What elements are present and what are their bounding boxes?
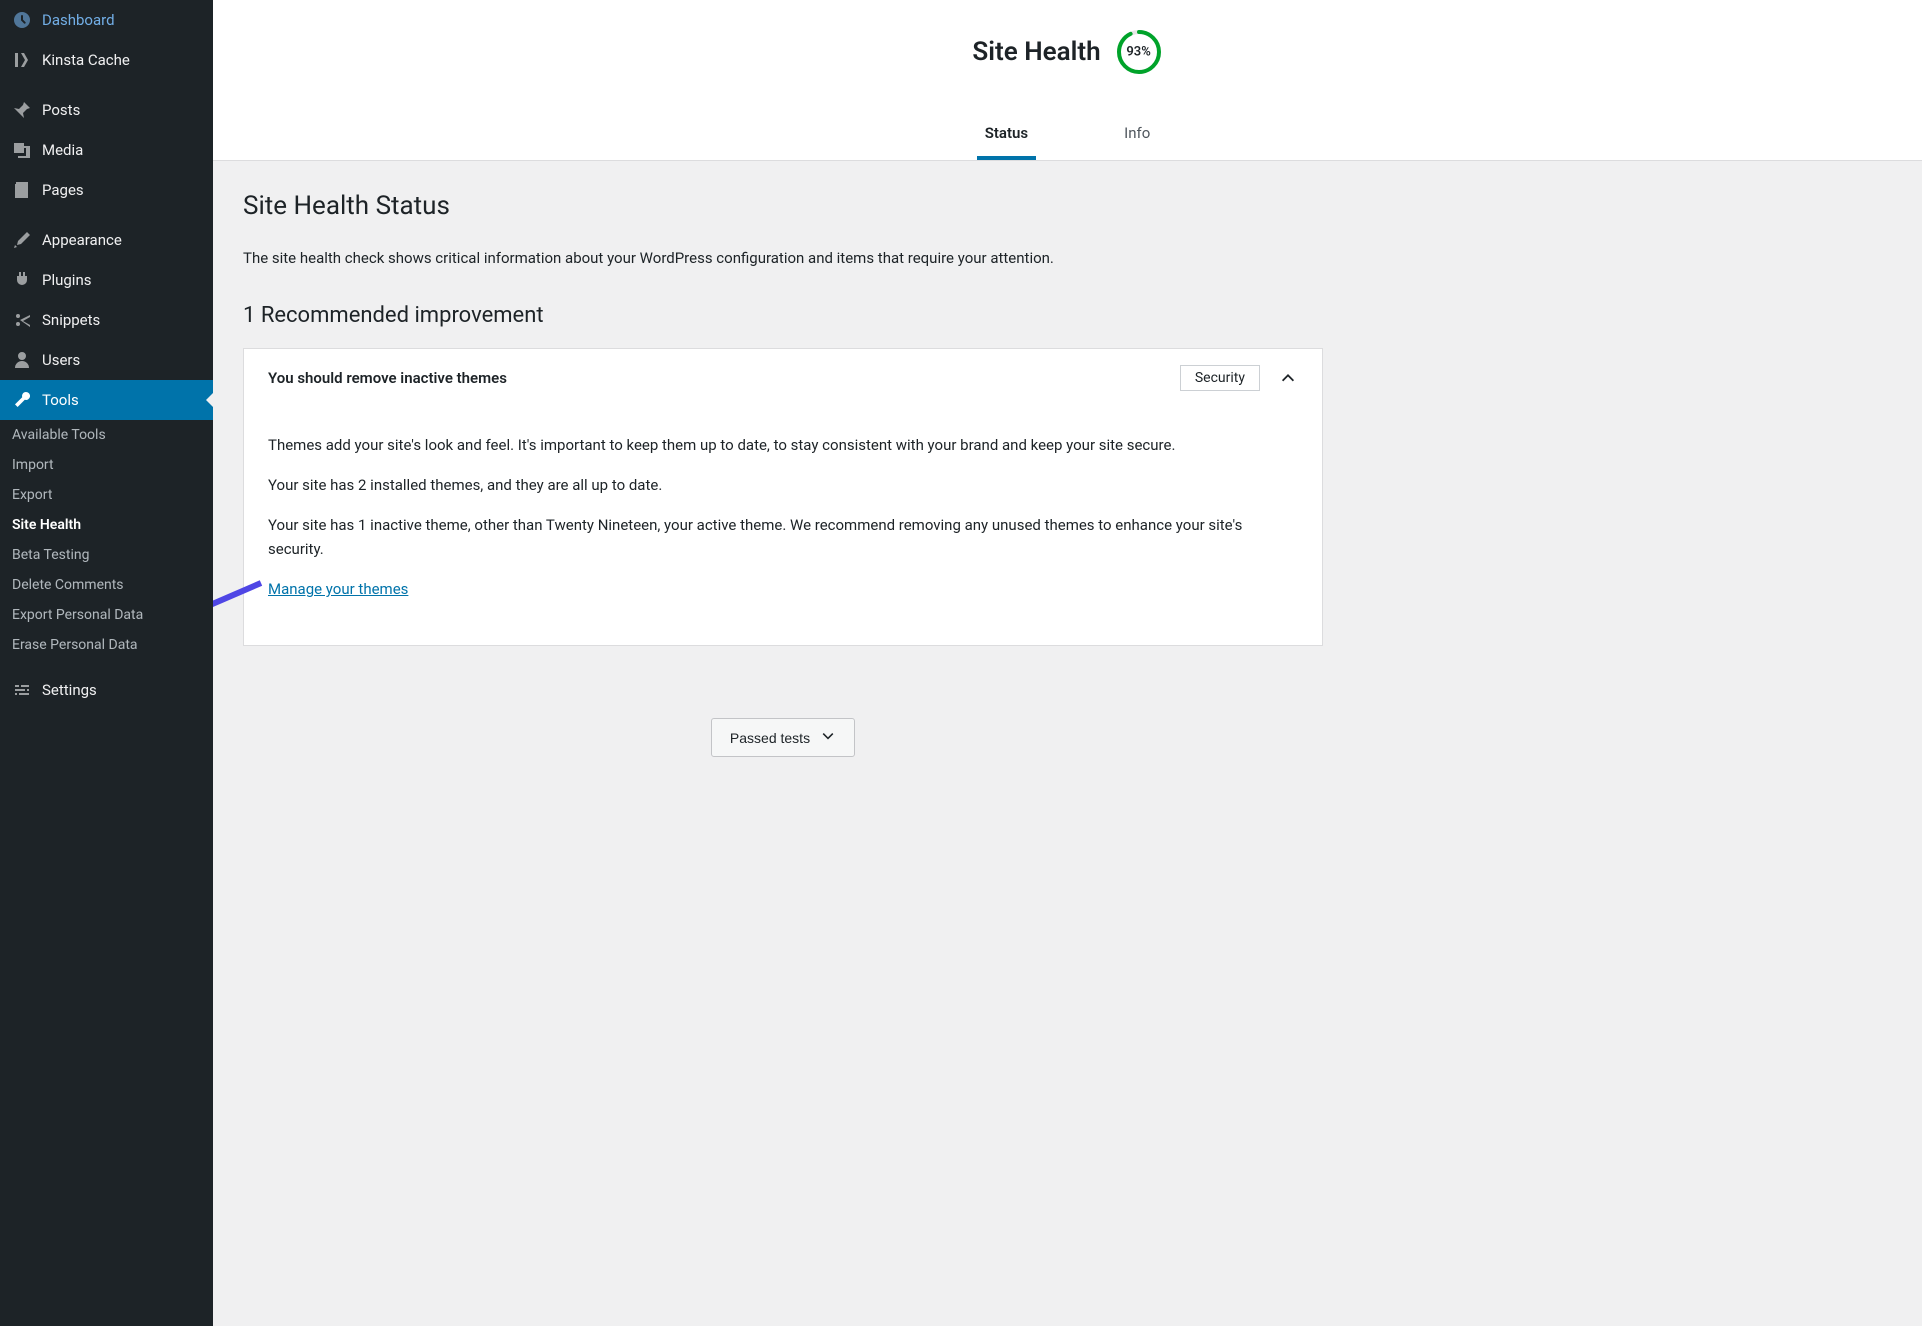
kinsta-icon bbox=[12, 50, 32, 70]
settings-icon bbox=[12, 680, 32, 700]
sidebar-item-label: Plugins bbox=[42, 271, 91, 289]
issue-paragraph: Your site has 1 inactive theme, other th… bbox=[268, 513, 1298, 561]
accordion-body: Themes add your site's look and feel. It… bbox=[244, 407, 1322, 645]
issue-badge: Security bbox=[1180, 365, 1260, 391]
submenu-beta-testing[interactable]: Beta Testing bbox=[0, 540, 213, 570]
tab-info[interactable]: Info bbox=[1116, 112, 1158, 160]
menu-separator bbox=[0, 80, 213, 90]
health-issue-accordion: You should remove inactive themes Securi… bbox=[243, 348, 1323, 646]
user-icon bbox=[12, 350, 32, 370]
pin-icon bbox=[12, 100, 32, 120]
sidebar-item-kinsta-cache[interactable]: Kinsta Cache bbox=[0, 40, 213, 80]
issue-paragraph: Themes add your site's look and feel. It… bbox=[268, 433, 1298, 457]
sidebar-item-media[interactable]: Media bbox=[0, 130, 213, 170]
submenu-available-tools[interactable]: Available Tools bbox=[0, 420, 213, 450]
sidebar-item-label: Users bbox=[42, 351, 80, 369]
progress-indicator: 93% bbox=[1115, 28, 1163, 76]
page-header: Site Health 93% Status Info bbox=[213, 0, 1922, 161]
sidebar-item-plugins[interactable]: Plugins bbox=[0, 260, 213, 300]
chevron-down-icon bbox=[820, 728, 836, 747]
passed-tests-label: Passed tests bbox=[730, 730, 810, 746]
sidebar-item-label: Pages bbox=[42, 181, 84, 199]
issue-paragraph: Your site has 2 installed themes, and th… bbox=[268, 473, 1298, 497]
sidebar-item-label: Settings bbox=[42, 681, 97, 699]
tabs: Status Info bbox=[233, 112, 1902, 160]
sidebar-item-label: Tools bbox=[42, 391, 79, 409]
tab-status[interactable]: Status bbox=[977, 112, 1036, 160]
sidebar-item-snippets[interactable]: Snippets bbox=[0, 300, 213, 340]
progress-text: 93% bbox=[1126, 45, 1150, 60]
passed-tests-toggle[interactable]: Passed tests bbox=[711, 718, 855, 757]
status-description: The site health check shows critical inf… bbox=[243, 249, 1323, 267]
sidebar-item-appearance[interactable]: Appearance bbox=[0, 220, 213, 260]
sidebar-item-settings[interactable]: Settings bbox=[0, 670, 213, 710]
menu-separator bbox=[0, 660, 213, 670]
submenu-export-personal-data[interactable]: Export Personal Data bbox=[0, 600, 213, 630]
submenu-export[interactable]: Export bbox=[0, 480, 213, 510]
dashboard-icon bbox=[12, 10, 32, 30]
sidebar-item-label: Kinsta Cache bbox=[42, 51, 130, 69]
scissors-icon bbox=[12, 310, 32, 330]
recommendation-heading: 1 Recommended improvement bbox=[243, 303, 1323, 328]
submenu-site-health[interactable]: Site Health bbox=[0, 510, 213, 540]
submenu-erase-personal-data[interactable]: Erase Personal Data bbox=[0, 630, 213, 660]
page-icon bbox=[12, 180, 32, 200]
sidebar-item-dashboard[interactable]: Dashboard bbox=[0, 0, 213, 40]
chevron-up-icon bbox=[1278, 368, 1298, 388]
main-content: Site Health 93% Status Info Site Health … bbox=[213, 0, 1922, 1326]
issue-title: You should remove inactive themes bbox=[268, 369, 1180, 387]
sidebar-item-label: Posts bbox=[42, 101, 80, 119]
menu-separator bbox=[0, 210, 213, 220]
sidebar-item-pages[interactable]: Pages bbox=[0, 170, 213, 210]
sidebar-item-label: Snippets bbox=[42, 311, 100, 329]
sidebar-item-tools[interactable]: Tools bbox=[0, 380, 213, 420]
sidebar-item-label: Appearance bbox=[42, 231, 122, 249]
submenu-import[interactable]: Import bbox=[0, 450, 213, 480]
submenu-delete-comments[interactable]: Delete Comments bbox=[0, 570, 213, 600]
sidebar-item-posts[interactable]: Posts bbox=[0, 90, 213, 130]
media-icon bbox=[12, 140, 32, 160]
sidebar-item-label: Media bbox=[42, 141, 83, 159]
admin-sidebar: Dashboard Kinsta Cache Posts Media Pages… bbox=[0, 0, 213, 1326]
sidebar-item-label: Dashboard bbox=[42, 11, 115, 29]
accordion-toggle[interactable]: You should remove inactive themes Securi… bbox=[244, 349, 1322, 407]
manage-themes-link[interactable]: Manage your themes bbox=[268, 580, 408, 598]
page-title: Site Health bbox=[972, 37, 1100, 67]
status-heading: Site Health Status bbox=[243, 191, 1323, 221]
plugin-icon bbox=[12, 270, 32, 290]
brush-icon bbox=[12, 230, 32, 250]
sidebar-item-users[interactable]: Users bbox=[0, 340, 213, 380]
wrench-icon bbox=[12, 390, 32, 410]
